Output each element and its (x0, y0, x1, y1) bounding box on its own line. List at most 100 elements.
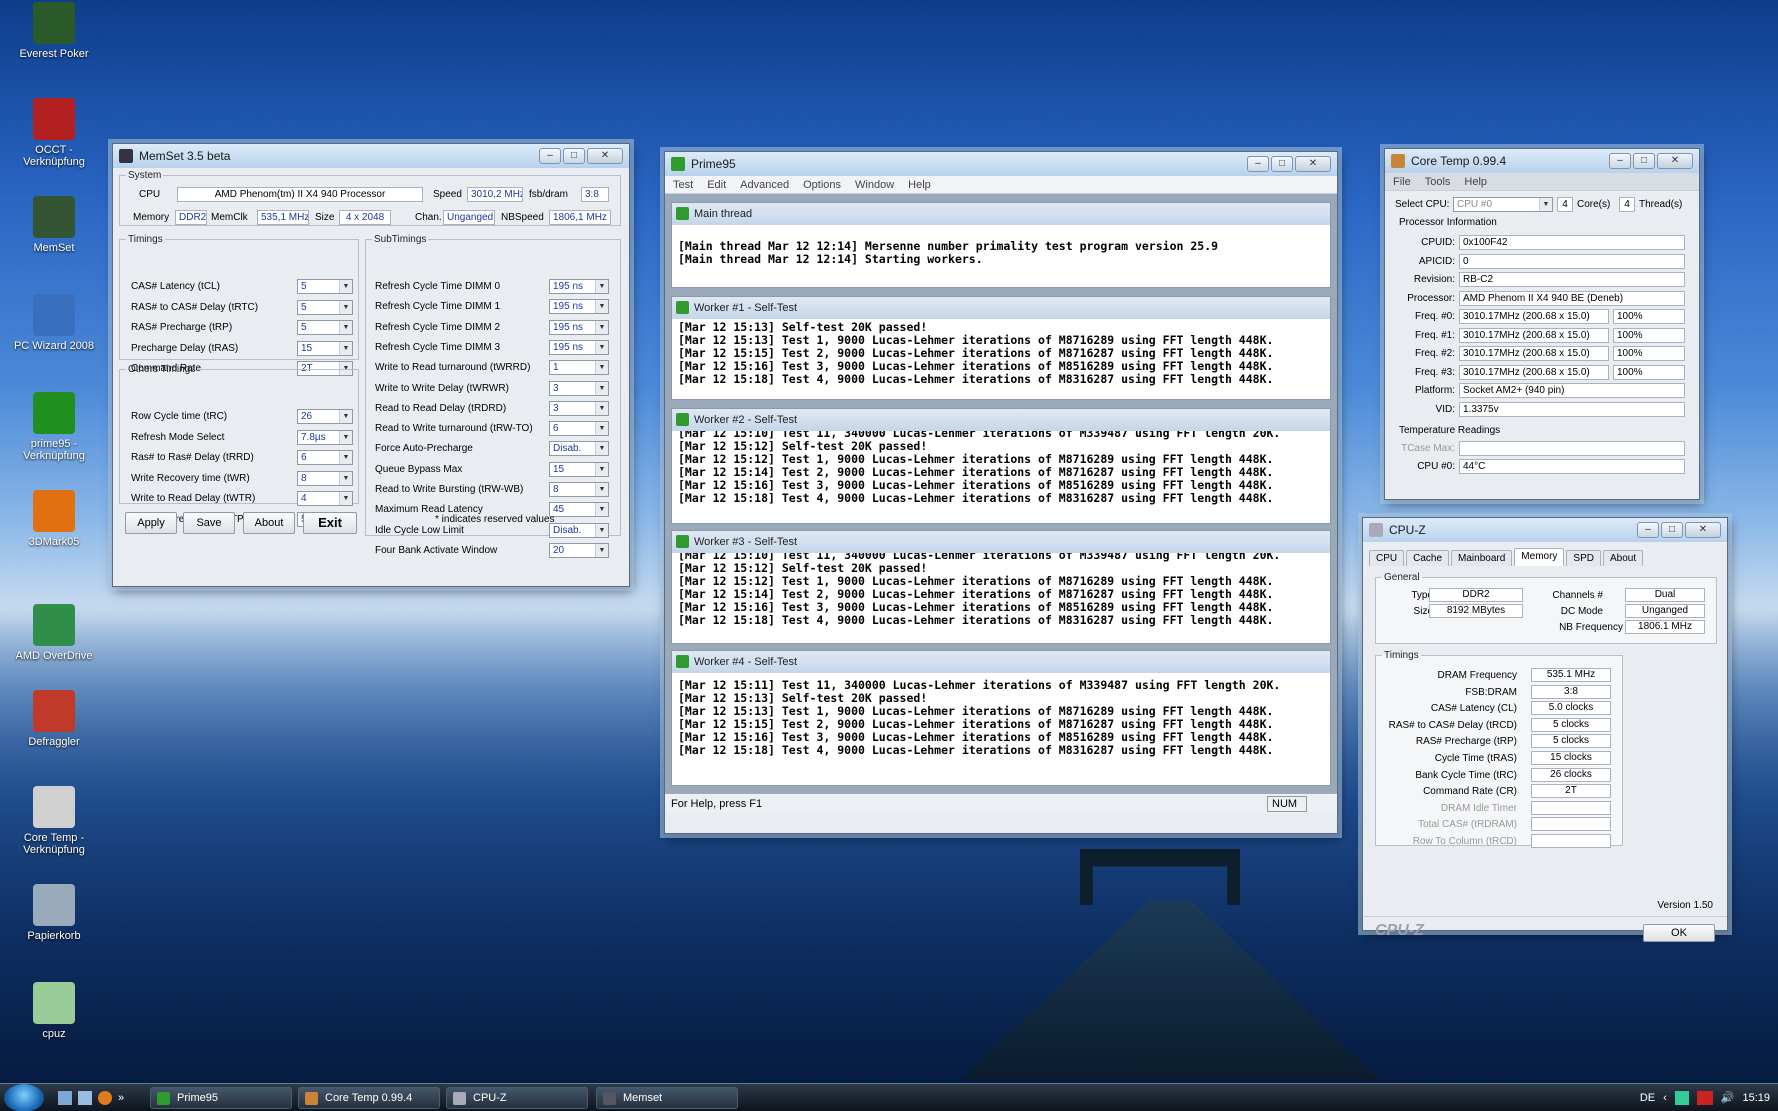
cpuz-titlebar[interactable]: CPU-Z – □ ✕ (1363, 518, 1727, 542)
clock[interactable]: 15:19 (1742, 1084, 1770, 1111)
amd-icon[interactable] (1696, 1091, 1713, 1105)
chevron-icon[interactable]: » (118, 1091, 124, 1105)
tab-cache[interactable]: Cache (1406, 550, 1450, 566)
desktop-icon[interactable]: 3DMark05 (6, 490, 102, 548)
minimize-button[interactable]: – (1247, 156, 1269, 172)
maximize-button[interactable]: □ (1661, 522, 1683, 538)
menu-item-help[interactable]: Help (1464, 173, 1487, 190)
worker-3-pane[interactable]: Worker #3 - Self-Test [Mar 12 15:10] Test… (671, 530, 1331, 644)
minimize-button[interactable]: – (1609, 153, 1631, 169)
tab-about[interactable]: About (1602, 550, 1644, 566)
taskbar-item[interactable]: Memset (596, 1087, 738, 1109)
timing-select[interactable]: 15 (549, 461, 609, 477)
menu-item-help[interactable]: Help (908, 176, 931, 193)
desktop-icon[interactable]: PC Wizard 2008 (6, 294, 102, 352)
main-thread-pane[interactable]: Main thread [Main thread Mar 12 12:14] M… (671, 202, 1331, 288)
pane-log: [Mar 12 15:10] Test 11, 340000 Lucas-Leh… (678, 426, 1281, 505)
timing-select[interactable]: 195 ns (549, 339, 609, 355)
coretemp-window[interactable]: Core Temp 0.99.4 – □ ✕ File Tools Help Selec… (1384, 148, 1700, 500)
worker-1-pane[interactable]: Worker #1 - Self-Test [Mar 12 15:13] Self… (671, 296, 1331, 400)
minimize-button[interactable]: – (1637, 522, 1659, 538)
timing-select[interactable]: 15 (297, 340, 353, 356)
apply-button[interactable]: Apply (125, 512, 177, 534)
timing-select[interactable]: 4 (297, 491, 353, 506)
memset-window[interactable]: MemSet 3.5 beta – □ ✕ System CPU AMD Pheno… (112, 143, 630, 587)
timing-select[interactable]: Disab. (549, 522, 609, 538)
timing-select[interactable]: 45 (549, 502, 609, 518)
prime95-window[interactable]: Prime95 – □ ✕ Test Edit Advanced Options Windo… (664, 151, 1338, 834)
menu-item-test[interactable]: Test (673, 176, 693, 193)
network-icon[interactable] (1674, 1091, 1689, 1105)
start-button[interactable] (4, 1084, 44, 1111)
exit-button[interactable]: Exit (303, 512, 357, 534)
select-cpu-dropdown[interactable]: CPU #0 (1453, 197, 1553, 212)
timing-select[interactable]: 6 (549, 421, 609, 437)
timing-select[interactable]: Disab. (549, 441, 609, 457)
desktop-icon[interactable]: OCCT - Verknüpfung (6, 98, 102, 168)
desktop-icon[interactable]: Core Temp - Verknüpfung (6, 786, 102, 856)
maximize-button[interactable]: □ (1633, 153, 1655, 169)
timing-select[interactable]: 195 ns (549, 299, 609, 315)
desktop-icon[interactable]: cpuz (6, 982, 102, 1040)
timing-select[interactable]: 3 (549, 380, 609, 396)
timing-select[interactable]: 195 ns (549, 319, 609, 335)
timing-select[interactable]: 26 (297, 409, 353, 424)
desktop-icon[interactable]: MemSet (6, 196, 102, 254)
menu-item-advanced[interactable]: Advanced (740, 176, 789, 193)
worker-2-pane[interactable]: Worker #2 - Self-Test [Mar 12 15:10] Test… (671, 408, 1331, 524)
save-button[interactable]: Save (183, 512, 235, 534)
tab-cpu[interactable]: CPU (1369, 550, 1405, 566)
maximize-button[interactable]: □ (1271, 156, 1293, 172)
cpuz-window[interactable]: CPU-Z – □ ✕ CPU Cache Mainboard Memory SPD Abou… (1362, 517, 1728, 942)
worker-4-pane[interactable]: Worker #4 - Self-Test [Mar 12 15:11] Test… (671, 650, 1331, 786)
volume-icon[interactable]: 🔊 (1721, 1084, 1735, 1111)
timing-select[interactable]: 8 (297, 470, 353, 486)
firefox-icon[interactable] (98, 1091, 112, 1105)
timing-select[interactable]: 5 (297, 320, 353, 335)
maximize-button[interactable]: □ (563, 148, 585, 164)
close-button[interactable]: ✕ (1685, 522, 1721, 538)
menu-item-edit[interactable]: Edit (707, 176, 726, 193)
desktop-icon[interactable]: Papierkorb (6, 884, 102, 942)
timing-select[interactable]: 3 (549, 400, 609, 416)
close-button[interactable]: ✕ (1657, 153, 1693, 169)
switch-windows-icon[interactable] (78, 1091, 92, 1105)
timing-select[interactable]: 8 (549, 482, 609, 497)
timing-select[interactable]: 5 (297, 299, 353, 315)
timing-select[interactable]: 1 (549, 360, 609, 376)
desktop-icon[interactable]: Defraggler (6, 690, 102, 748)
menu-item-file[interactable]: File (1393, 173, 1411, 190)
close-button[interactable]: ✕ (1295, 156, 1331, 172)
desktop-icon-label: OCCT - Verknüpfung (23, 144, 85, 168)
desktop-icon[interactable]: AMD OverDrive (6, 604, 102, 662)
minimize-button[interactable]: – (539, 148, 561, 164)
tray-expand-icon[interactable]: ‹ (1663, 1084, 1667, 1111)
ok-button[interactable]: OK (1643, 924, 1715, 942)
menu-item-options[interactable]: Options (803, 176, 841, 193)
timing-select[interactable]: 5 (297, 279, 353, 294)
menu-item-window[interactable]: Window (855, 176, 894, 193)
tab-memory[interactable]: Memory (1514, 548, 1565, 566)
coretemp-titlebar[interactable]: Core Temp 0.99.4 – □ ✕ (1385, 149, 1699, 173)
menu-item-tools[interactable]: Tools (1425, 173, 1451, 190)
taskbar-item[interactable]: Prime95 (150, 1087, 292, 1109)
desktop-icon[interactable]: Everest Poker (6, 2, 102, 60)
tab-mainboard[interactable]: Mainboard (1451, 550, 1513, 566)
show-desktop-icon[interactable] (58, 1091, 72, 1105)
about-button[interactable]: About (243, 512, 295, 534)
close-button[interactable]: ✕ (587, 148, 623, 164)
prime95-titlebar[interactable]: Prime95 – □ ✕ (665, 152, 1337, 176)
taskbar-item[interactable]: Core Temp 0.99.4 (298, 1087, 440, 1109)
desktop-icon[interactable]: prime95 - Verknüpfung (6, 392, 102, 462)
timing-select[interactable]: 20 (549, 542, 609, 558)
taskbar-item[interactable]: CPU-Z (446, 1087, 588, 1109)
tcase-label: TCase Max: (1401, 443, 1455, 454)
timing-select[interactable]: 195 ns (549, 279, 609, 294)
timing-select[interactable]: 6 (297, 450, 353, 465)
tab-spd[interactable]: SPD (1566, 550, 1601, 566)
info-value: 3010.17MHz (200.68 x 15.0) (1459, 327, 1609, 343)
load-value: 100% (1613, 364, 1685, 380)
timing-select[interactable]: 7.8µs (297, 429, 353, 445)
language-indicator[interactable]: DE (1640, 1084, 1655, 1111)
memset-titlebar[interactable]: MemSet 3.5 beta – □ ✕ (113, 144, 629, 168)
